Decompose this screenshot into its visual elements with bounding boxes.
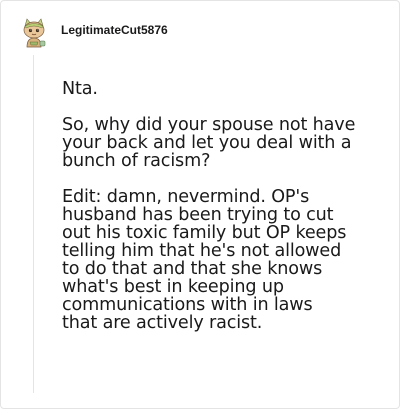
- snoo-avatar-icon[interactable]: [19, 17, 49, 49]
- comment-header: LegitimateCut5876: [19, 15, 168, 51]
- comment-paragraph: Nta.: [62, 79, 98, 99]
- comment-paragraph: So, why did your spouse not have your ba…: [62, 115, 356, 171]
- comment-body: Nta. So, why did your spouse not have yo…: [62, 80, 392, 332]
- thread-line[interactable]: [33, 55, 34, 393]
- comment-card: LegitimateCut5876 Nta. So, why did your …: [0, 0, 400, 409]
- comment-paragraph: Edit: damn, nevermind. OP's husband has …: [62, 187, 347, 333]
- comment-author[interactable]: LegitimateCut5876: [61, 23, 168, 37]
